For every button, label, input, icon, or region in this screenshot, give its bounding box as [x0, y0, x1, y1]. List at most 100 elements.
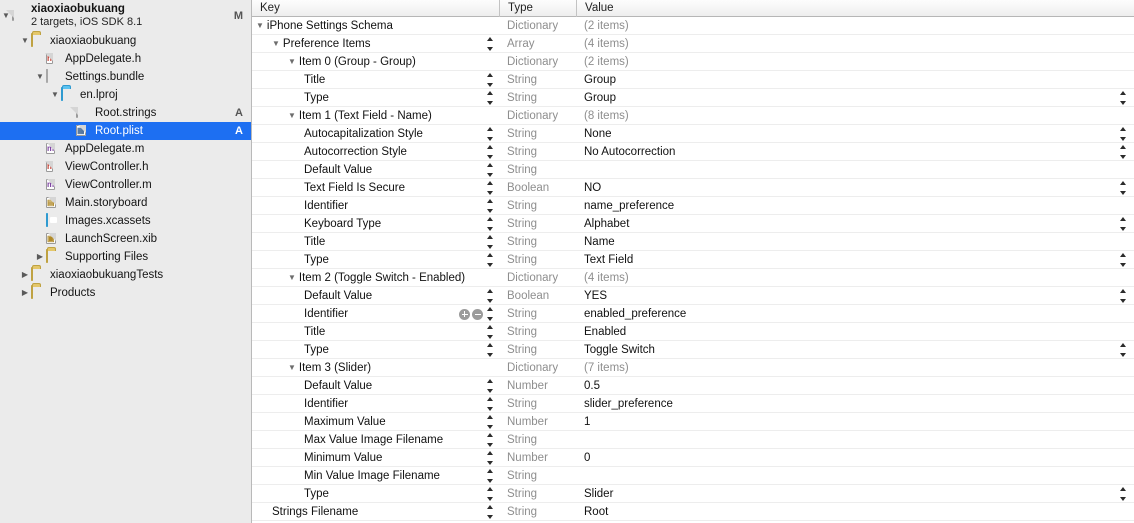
cell-key[interactable]: Default Value — [252, 377, 499, 395]
chevron-down-icon[interactable]: ▼ — [272, 39, 280, 48]
cell-value[interactable]: Root — [576, 503, 1134, 521]
chevron-down-icon[interactable]: ▼ — [49, 91, 61, 99]
chevron-down-icon[interactable]: ▼ — [34, 73, 46, 81]
cell-value[interactable]: Toggle Switch — [576, 341, 1134, 359]
cell-value[interactable] — [576, 431, 1134, 449]
table-row[interactable]: ▼ Preference Items Array (4 items) — [252, 35, 1134, 53]
cell-type[interactable]: String — [499, 467, 576, 485]
cell-type[interactable]: Array — [499, 35, 576, 53]
row-reorder-stepper[interactable] — [486, 126, 493, 141]
value-stepper[interactable] — [1119, 486, 1126, 501]
row-reorder-stepper[interactable] — [486, 432, 493, 447]
cell-type[interactable]: String — [499, 503, 576, 521]
row-reorder-stepper[interactable] — [486, 324, 493, 339]
table-row[interactable]: Identifier String name_preference — [252, 197, 1134, 215]
cell-type[interactable]: String — [499, 89, 576, 107]
table-row[interactable]: Title String Name — [252, 233, 1134, 251]
row-reorder-stepper[interactable] — [486, 90, 493, 105]
cell-type[interactable]: String — [499, 143, 576, 161]
cell-value[interactable]: Slider — [576, 485, 1134, 503]
cell-type[interactable]: String — [499, 197, 576, 215]
table-row[interactable]: Title String Group — [252, 71, 1134, 89]
table-row[interactable]: Min Value Image Filename String — [252, 467, 1134, 485]
cell-type[interactable]: String — [499, 125, 576, 143]
cell-key[interactable]: ▼ Item 1 (Text Field - Name) — [252, 107, 499, 125]
sidebar-item-appdelegate-m[interactable]: m AppDelegate.m — [0, 140, 251, 158]
sidebar-item-root-plist[interactable]: ▦ Root.plist A — [0, 122, 251, 140]
table-row[interactable]: Autocorrection Style String No Autocorrect… — [252, 143, 1134, 161]
table-row[interactable]: Title String Enabled — [252, 323, 1134, 341]
cell-value[interactable] — [576, 467, 1134, 485]
cell-key[interactable]: Title — [252, 71, 499, 89]
cell-key[interactable]: Minimum Value — [252, 449, 499, 467]
row-reorder-stepper[interactable] — [486, 450, 493, 465]
chevron-down-icon[interactable]: ▼ — [288, 111, 296, 120]
cell-value[interactable]: 0 — [576, 449, 1134, 467]
chevron-down-icon[interactable]: ▼ — [19, 37, 31, 45]
cell-key[interactable]: Title — [252, 233, 499, 251]
row-reorder-stepper[interactable] — [486, 342, 493, 357]
cell-key[interactable]: Type — [252, 485, 499, 503]
value-stepper[interactable] — [1119, 180, 1126, 195]
cell-type[interactable]: Number — [499, 413, 576, 431]
row-reorder-stepper[interactable] — [486, 180, 493, 195]
table-row[interactable]: Maximum Value Number 1 — [252, 413, 1134, 431]
cell-type[interactable]: String — [499, 341, 576, 359]
table-row[interactable]: Max Value Image Filename String — [252, 431, 1134, 449]
cell-key[interactable]: Title — [252, 323, 499, 341]
cell-value[interactable]: enabled_preference — [576, 305, 1134, 323]
cell-value[interactable]: YES — [576, 287, 1134, 305]
table-row[interactable]: Keyboard Type String Alphabet — [252, 215, 1134, 233]
column-header-type[interactable]: Type — [499, 0, 576, 17]
row-reorder-stepper[interactable] — [486, 162, 493, 177]
sidebar-item-launchscreen-xib[interactable]: ▣ LaunchScreen.xib — [0, 230, 251, 248]
cell-key[interactable]: Type — [252, 251, 499, 269]
cell-key[interactable]: Maximum Value — [252, 413, 499, 431]
row-reorder-stepper[interactable] — [486, 396, 493, 411]
cell-key[interactable]: Identifier — [252, 305, 499, 323]
cell-type[interactable]: Number — [499, 449, 576, 467]
row-reorder-stepper[interactable] — [486, 216, 493, 231]
value-stepper[interactable] — [1119, 252, 1126, 267]
table-row[interactable]: Default Value Boolean YES — [252, 287, 1134, 305]
sidebar-item-supporting-files[interactable]: ▶ Supporting Files — [0, 248, 251, 266]
cell-type[interactable]: Dictionary — [499, 269, 576, 287]
cell-type[interactable]: Dictionary — [499, 17, 576, 35]
sidebar-item-root-strings[interactable]: Root.strings A — [0, 104, 251, 122]
row-reorder-stepper[interactable] — [486, 198, 493, 213]
table-row[interactable]: Text Field Is Secure Boolean NO — [252, 179, 1134, 197]
plist-editor[interactable]: Key Type Value ▼ iPhone Settings Schema Di… — [252, 0, 1134, 523]
cell-key[interactable]: Identifier — [252, 395, 499, 413]
row-reorder-stepper[interactable] — [486, 414, 493, 429]
cell-key[interactable]: Default Value — [252, 161, 499, 179]
cell-type[interactable]: Dictionary — [499, 53, 576, 71]
chevron-right-icon[interactable]: ▶ — [19, 289, 31, 297]
table-row[interactable]: Type String Toggle Switch — [252, 341, 1134, 359]
chevron-down-icon[interactable]: ▼ — [288, 363, 296, 372]
add-row-icon[interactable] — [459, 308, 470, 320]
table-row[interactable]: Identifier String enabled_preference — [252, 305, 1134, 323]
cell-type[interactable]: Boolean — [499, 179, 576, 197]
cell-value[interactable]: Alphabet — [576, 215, 1134, 233]
sidebar-item-en-lproj[interactable]: ▼ en.lproj — [0, 86, 251, 104]
sidebar-item-viewcontroller-m[interactable]: m ViewController.m — [0, 176, 251, 194]
table-row[interactable]: ▼ Item 0 (Group - Group) Dictionary (2 item… — [252, 53, 1134, 71]
sidebar-item-images-xcassets[interactable]: Images.xcassets — [0, 212, 251, 230]
table-row[interactable]: Type String Slider — [252, 485, 1134, 503]
cell-value[interactable]: None — [576, 125, 1134, 143]
cell-key[interactable]: ▼ Preference Items — [252, 35, 499, 53]
cell-value[interactable]: (2 items) — [576, 17, 1134, 35]
cell-key[interactable]: Keyboard Type — [252, 215, 499, 233]
value-stepper[interactable] — [1119, 342, 1126, 357]
row-reorder-stepper[interactable] — [486, 378, 493, 393]
row-reorder-stepper[interactable] — [486, 468, 493, 483]
cell-value[interactable] — [576, 161, 1134, 179]
cell-key[interactable]: Strings Filename — [252, 503, 499, 521]
cell-value[interactable]: 1 — [576, 413, 1134, 431]
cell-type[interactable]: Number — [499, 377, 576, 395]
chevron-down-icon[interactable]: ▼ — [288, 57, 296, 66]
cell-key[interactable]: Min Value Image Filename — [252, 467, 499, 485]
cell-key[interactable]: Autocapitalization Style — [252, 125, 499, 143]
value-stepper[interactable] — [1119, 144, 1126, 159]
cell-key[interactable]: Text Field Is Secure — [252, 179, 499, 197]
